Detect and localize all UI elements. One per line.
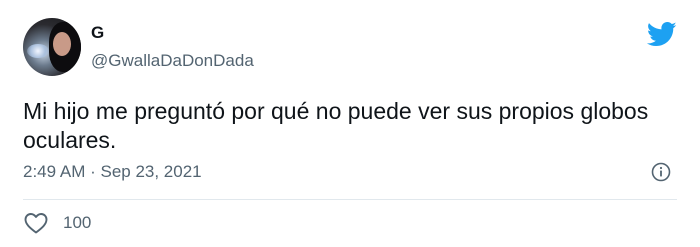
like-count: 100: [63, 213, 92, 232]
avatar[interactable]: [23, 18, 81, 76]
avatar-face: [53, 32, 71, 56]
tweet-timestamp[interactable]: 2:49 AM · Sep 23, 2021: [23, 161, 202, 183]
tweet-text: Mi hijo me preguntó por qué no puede ver…: [23, 98, 649, 153]
like-button[interactable]: 100: [23, 210, 91, 236]
heart-icon[interactable]: [23, 211, 49, 235]
divider: [23, 199, 677, 200]
info-icon[interactable]: [651, 162, 671, 182]
user-handle[interactable]: @GwallaDaDonDada: [91, 50, 254, 72]
display-name[interactable]: G: [91, 23, 104, 43]
tweet-card: G @GwallaDaDonDada Mi hijo me preguntó p…: [0, 0, 700, 247]
avatar-glow: [27, 44, 49, 58]
twitter-bird-icon[interactable]: [647, 22, 677, 47]
